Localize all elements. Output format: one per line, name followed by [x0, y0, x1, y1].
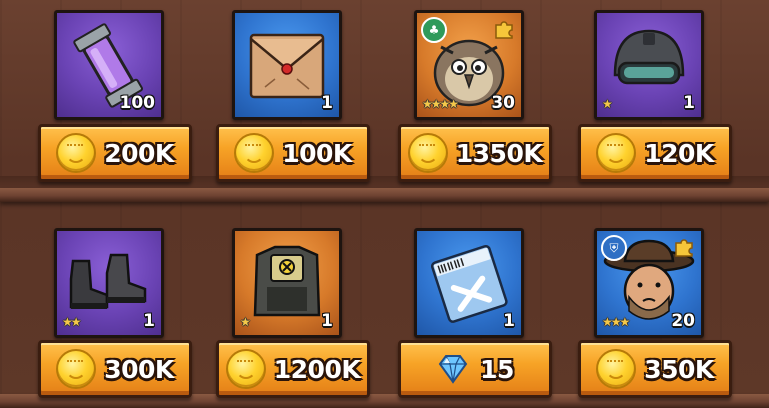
coin-icon — [596, 349, 637, 389]
item-card[interactable]: 100 — [54, 10, 164, 120]
shop-item-slot[interactable]: 1 — [232, 10, 342, 120]
star-rating: ★★ — [62, 315, 81, 329]
item-quantity: 100 — [119, 93, 156, 113]
price-label: 1350K — [455, 138, 543, 168]
buy-button[interactable]: 15 — [398, 340, 552, 398]
star-rating: ★ — [602, 97, 613, 111]
shop-item-slot[interactable]: 1 — [414, 228, 524, 338]
item-quantity: 1 — [503, 311, 515, 331]
price-label: 350K — [644, 354, 714, 384]
item-card[interactable]: ⛨ ★★★ 20 — [594, 228, 704, 338]
buy-button[interactable]: 1350K — [398, 124, 552, 182]
item-card[interactable]: ★ 1 — [594, 10, 704, 120]
gem-icon — [438, 355, 468, 384]
item-quantity: 1 — [321, 311, 333, 331]
item-card[interactable]: 1 — [414, 228, 524, 338]
puzzle-shard-icon — [495, 21, 513, 39]
shield-class-icon: ⛨ — [601, 235, 627, 261]
price-label: 100K — [282, 138, 352, 168]
coin-icon — [56, 349, 97, 389]
coin-icon — [225, 349, 266, 389]
shop-item-slot[interactable]: ★ 1 — [594, 10, 704, 120]
tree-class-icon: ♣ — [421, 17, 447, 43]
item-quantity: 20 — [671, 311, 695, 331]
item-card[interactable]: ★★ 1 — [54, 228, 164, 338]
coin-icon — [234, 133, 275, 173]
star-rating: ★★★★ — [422, 97, 459, 111]
price-label: 300K — [104, 354, 174, 384]
item-card[interactable]: ★ 1 — [232, 228, 342, 338]
item-card[interactable]: ♣ ★★★★ 30 — [414, 10, 524, 120]
buy-button[interactable]: 1200K — [216, 340, 370, 398]
item-quantity: 30 — [491, 93, 515, 113]
star-rating: ★ — [240, 315, 251, 329]
item-card[interactable]: 1 — [232, 10, 342, 120]
buy-button[interactable]: 300K — [38, 340, 192, 398]
shop-item-slot[interactable]: ⛨ ★★★ 20 — [594, 228, 704, 338]
buy-button[interactable]: 100K — [216, 124, 370, 182]
shop-item-slot[interactable]: ★★ 1 — [54, 228, 164, 338]
price-label: 120K — [644, 138, 714, 168]
shop-item-slot[interactable]: 100 — [54, 10, 164, 120]
shelf-board-top — [0, 188, 769, 202]
coin-icon — [407, 133, 448, 173]
coin-icon — [596, 133, 637, 173]
shop-item-slot[interactable]: ♣ ★★★★ 30 — [414, 10, 524, 120]
buy-button[interactable]: 200K — [38, 124, 192, 182]
item-quantity: 1 — [683, 93, 695, 113]
puzzle-shard-icon — [675, 239, 693, 257]
item-quantity: 1 — [321, 93, 333, 113]
star-rating: ★★★ — [602, 315, 630, 329]
price-label: 15 — [480, 354, 514, 384]
buy-button[interactable]: 350K — [578, 340, 732, 398]
shop-item-slot[interactable]: ★ 1 — [232, 228, 342, 338]
coin-icon — [56, 133, 97, 173]
buy-button[interactable]: 120K — [578, 124, 732, 182]
item-quantity: 1 — [143, 311, 155, 331]
price-label: 1200K — [273, 354, 361, 384]
price-label: 200K — [104, 138, 174, 168]
